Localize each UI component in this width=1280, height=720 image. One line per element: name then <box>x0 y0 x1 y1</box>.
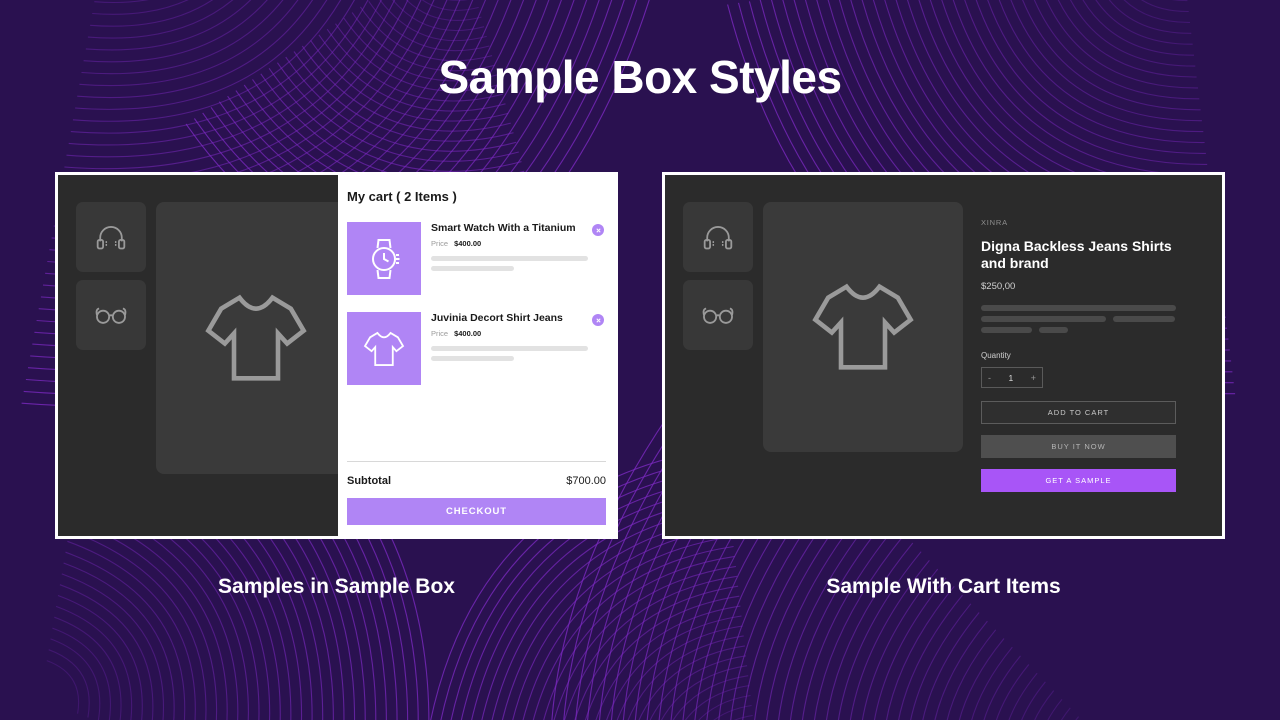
left-hero-image[interactable] <box>156 202 356 474</box>
tshirt-icon <box>363 331 405 366</box>
get-a-sample-button[interactable]: GET A SAMPLE <box>981 469 1176 493</box>
close-circle-icon <box>595 317 601 323</box>
cart-item-thumbnail[interactable] <box>347 222 421 295</box>
left-panel-caption: Samples in Sample Box <box>218 575 455 598</box>
cart-drawer: My cart ( 2 Items ) Smart Watch With a T… <box>338 175 615 536</box>
buy-it-now-button[interactable]: BUY IT NOW <box>981 435 1176 459</box>
watch-icon <box>372 238 400 279</box>
right-gallery <box>683 202 963 452</box>
left-gallery <box>76 202 356 474</box>
cart-item-name: Juvinia Decort Shirt Jeans <box>431 312 563 324</box>
right-panel-caption: Sample With Cart Items <box>826 575 1061 598</box>
placeholder-bar <box>431 356 515 362</box>
quantity-increment-button[interactable]: + <box>1031 373 1036 383</box>
cart-title: My cart ( 2 Items ) <box>347 189 457 204</box>
subtotal-value: $700.00 <box>566 475 606 487</box>
cart-item-thumbnail[interactable] <box>347 312 421 385</box>
placeholder-bar <box>981 327 1032 334</box>
cart-item-placeholder-bars <box>431 256 588 272</box>
subtotal-label: Subtotal <box>347 475 391 487</box>
product-info: XINRA Digna Backless Jeans Shirts and br… <box>981 218 1176 503</box>
cart-item-body: Smart Watch With a Titanium Price $400.0… <box>431 222 606 295</box>
thumbnail-glasses[interactable] <box>683 280 753 350</box>
sample-box-panel: My cart ( 2 Items ) Smart Watch With a T… <box>55 172 618 539</box>
thumbnail-headphones[interactable] <box>683 202 753 272</box>
sample-with-cart-panel: XINRA Digna Backless Jeans Shirts and br… <box>662 172 1225 539</box>
product-description-placeholder <box>981 305 1176 334</box>
add-to-cart-button[interactable]: ADD TO CART <box>981 401 1176 425</box>
cart-item-remove-button[interactable] <box>592 314 604 326</box>
cart-item: Juvinia Decort Shirt Jeans Price $400.00 <box>347 312 606 402</box>
cart-item-list: Smart Watch With a Titanium Price $400.0… <box>347 222 606 461</box>
cart-item-remove-button[interactable] <box>592 224 604 236</box>
quantity-value: 1 <box>1008 372 1014 383</box>
placeholder-bar <box>981 305 1176 312</box>
left-thumbnail-list <box>76 202 146 474</box>
quantity-decrement-button[interactable]: - <box>988 373 991 383</box>
close-circle-icon <box>595 227 601 233</box>
headphones-icon <box>703 226 733 250</box>
placeholder-bar <box>1038 327 1068 334</box>
cart-item-price-row: Price $400.00 <box>431 329 588 338</box>
placeholder-bar-row <box>981 305 1176 312</box>
checkout-button[interactable]: CHECKOUT <box>347 498 606 525</box>
tshirt-icon <box>205 294 307 381</box>
placeholder-bar <box>431 266 515 272</box>
tshirt-icon <box>812 283 914 370</box>
subtotal-row: Subtotal $700.00 <box>347 462 606 498</box>
placeholder-bar <box>1112 316 1176 323</box>
cart-item-price-label: Price <box>431 239 449 249</box>
product-brand: XINRA <box>981 218 1008 227</box>
cart-item-name: Smart Watch With a Titanium <box>431 222 576 234</box>
placeholder-bar <box>431 346 588 352</box>
cart-item-price-label: Price <box>431 329 449 339</box>
placeholder-bar-row <box>981 327 1176 334</box>
glasses-icon <box>702 307 734 324</box>
cart-item-body: Juvinia Decort Shirt Jeans Price $400.00 <box>431 312 606 385</box>
right-hero-image[interactable] <box>763 202 963 452</box>
headphones-icon <box>96 226 126 250</box>
product-name: Digna Backless Jeans Shirts and brand <box>981 238 1172 272</box>
thumbnail-headphones[interactable] <box>76 202 146 272</box>
cart-item: Smart Watch With a Titanium Price $400.0… <box>347 222 606 312</box>
page-title: Sample Box Styles <box>438 51 842 103</box>
placeholder-bar <box>431 256 588 262</box>
product-price: $250,00 <box>981 281 1016 293</box>
glasses-icon <box>95 307 127 324</box>
thumbnail-glasses[interactable] <box>76 280 146 350</box>
right-thumbnail-list <box>683 202 753 452</box>
cart-item-placeholder-bars <box>431 346 588 362</box>
placeholder-bar <box>981 316 1106 323</box>
quantity-label: Quantity <box>981 351 1011 361</box>
cart-item-price-value: $400.00 <box>454 329 482 339</box>
quantity-stepper[interactable]: - 1 + <box>981 367 1043 389</box>
cart-item-price-row: Price $400.00 <box>431 239 588 248</box>
cart-item-price-value: $400.00 <box>454 239 482 249</box>
placeholder-bar-row <box>981 316 1176 323</box>
